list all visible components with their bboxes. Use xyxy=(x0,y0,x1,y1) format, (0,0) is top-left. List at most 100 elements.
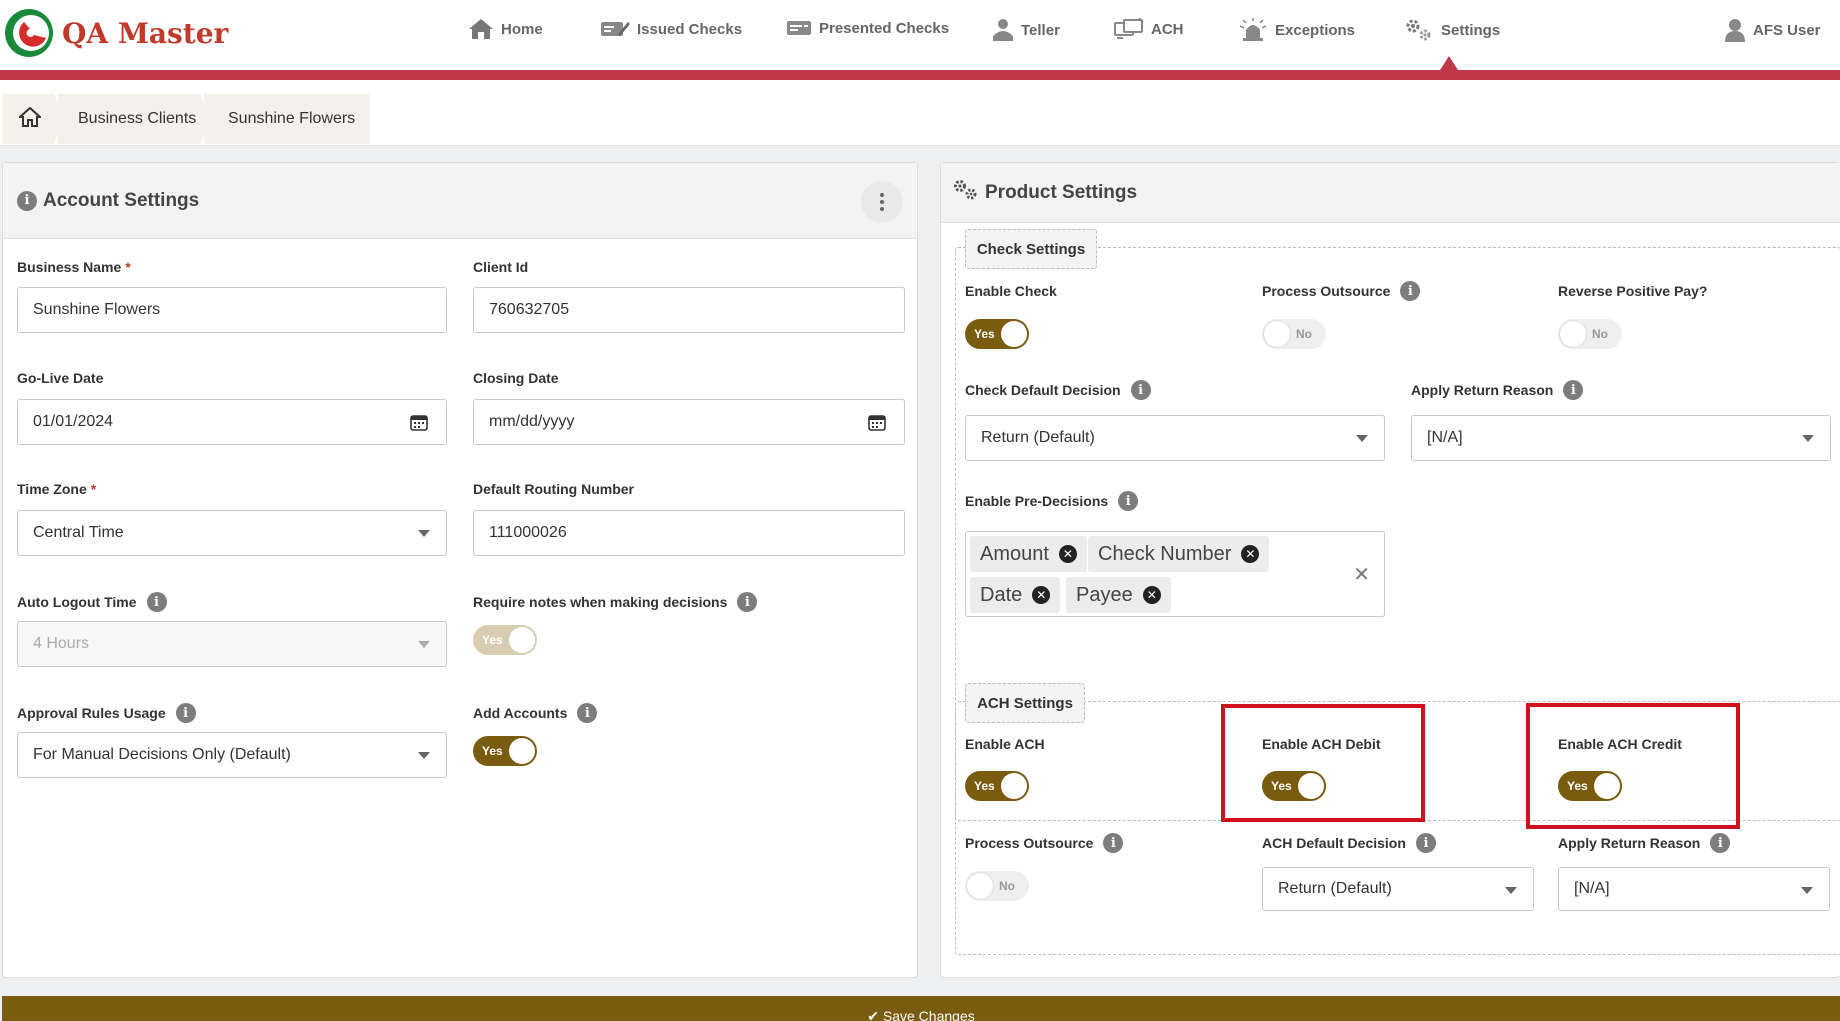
require-notes-label: Require notes when making decisions i xyxy=(473,592,758,612)
user-menu[interactable]: AFS User xyxy=(1724,18,1821,42)
pre-decisions-multiselect[interactable]: Amount ✕ Check Number ✕ Date ✕ Payee ✕ ✕ xyxy=(965,531,1385,617)
reverse-positive-pay-toggle[interactable]: No xyxy=(1558,319,1622,349)
nav-home[interactable]: Home xyxy=(468,18,543,40)
business-name-input[interactable]: Sunshine Flowers xyxy=(17,287,447,333)
breadcrumb-label: Sunshine Flowers xyxy=(228,110,356,127)
gears-icon xyxy=(1404,18,1434,42)
info-icon[interactable]: i xyxy=(1710,833,1731,853)
chevron-down-icon xyxy=(418,641,430,648)
alarm-icon xyxy=(1238,18,1268,42)
remove-chip-icon[interactable]: ✕ xyxy=(1032,586,1051,604)
remove-chip-icon[interactable]: ✕ xyxy=(1058,545,1077,563)
chevron-down-icon xyxy=(418,752,430,759)
auto-logout-label: Auto Logout Time i xyxy=(17,592,167,612)
reverse-positive-pay-label: Reverse Positive Pay? xyxy=(1558,283,1708,299)
check-icon xyxy=(786,18,812,38)
time-zone-select[interactable]: Central Time xyxy=(17,510,447,556)
product-settings-header: Product Settings xyxy=(941,163,1840,223)
breadcrumb-business-clients[interactable]: Business Clients xyxy=(58,94,204,144)
transfer-icon xyxy=(1114,18,1144,40)
ach-apply-return-reason-select[interactable]: [N/A] xyxy=(1558,867,1830,911)
nav-home-label: Home xyxy=(501,20,543,38)
info-icon[interactable]: i xyxy=(1415,833,1436,853)
product-settings-title: Product Settings xyxy=(985,181,1138,203)
top-navbar: QA Master Home Issued Checks Presented C… xyxy=(0,0,1840,80)
ach-process-outsource-label: Process Outsource i xyxy=(965,833,1124,853)
client-id-input[interactable]: 760632705 xyxy=(473,287,905,333)
add-accounts-toggle[interactable]: Yes xyxy=(473,736,537,766)
ach-default-decision-select[interactable]: Return (Default) xyxy=(1262,867,1534,911)
go-live-date-label: Go-Live Date xyxy=(17,370,104,386)
approval-rules-select[interactable]: For Manual Decisions Only (Default) xyxy=(17,732,447,778)
info-icon[interactable]: i xyxy=(1400,281,1421,301)
info-icon[interactable]: i xyxy=(1103,833,1124,853)
info-icon: i xyxy=(17,190,37,211)
check-default-decision-select[interactable]: Return (Default) xyxy=(965,415,1385,461)
save-changes-button[interactable]: ✔ Save Changes xyxy=(2,996,1840,1021)
chevron-down-icon xyxy=(418,530,430,537)
info-icon[interactable]: i xyxy=(737,592,758,612)
remove-chip-icon[interactable]: ✕ xyxy=(1142,586,1161,604)
ach-settings-legend: ACH Settings xyxy=(965,683,1085,723)
chevron-down-icon xyxy=(1356,435,1368,442)
home-icon xyxy=(468,18,494,40)
calendar-icon[interactable] xyxy=(410,413,428,436)
breadcrumb: Business Clients Sunshine Flowers xyxy=(0,80,1840,146)
nav-issued-checks[interactable]: Issued Checks xyxy=(600,18,742,40)
chevron-down-icon xyxy=(1801,887,1813,894)
user-name: AFS User xyxy=(1753,21,1821,39)
check-settings-legend: Check Settings xyxy=(965,229,1097,269)
nav-settings[interactable]: Settings xyxy=(1404,18,1500,42)
remove-chip-icon[interactable]: ✕ xyxy=(1241,545,1260,563)
chevron-down-icon xyxy=(1505,887,1517,894)
business-name-label: Business Name * xyxy=(17,259,131,275)
time-zone-label: Time Zone * xyxy=(17,481,97,497)
approval-rules-label: Approval Rules Usage i xyxy=(17,703,196,723)
process-outsource-label: Process Outsource i xyxy=(1262,281,1421,301)
highlight-ach-credit xyxy=(1526,703,1740,829)
nav-teller-label: Teller xyxy=(1021,21,1060,39)
ach-apply-return-reason-label: Apply Return Reason i xyxy=(1558,833,1731,853)
chip-payee: Payee ✕ xyxy=(1066,577,1171,613)
ach-process-outsource-toggle[interactable]: No xyxy=(965,871,1029,901)
chip-date: Date ✕ xyxy=(970,577,1061,613)
nav-presented-checks[interactable]: Presented Checks xyxy=(786,18,949,38)
kebab-icon xyxy=(880,193,884,211)
closing-date-input[interactable]: mm/dd/yyyy xyxy=(473,399,905,445)
breadcrumb-label: Business Clients xyxy=(78,110,197,127)
apply-return-reason-select[interactable]: [N/A] xyxy=(1411,415,1831,461)
account-settings-header: i Account Settings xyxy=(3,163,917,239)
info-icon[interactable]: i xyxy=(1563,380,1584,400)
chevron-down-icon xyxy=(1802,435,1814,442)
more-options-button[interactable] xyxy=(861,181,903,223)
info-icon[interactable]: i xyxy=(175,703,196,723)
chip-amount: Amount ✕ xyxy=(970,536,1087,572)
default-routing-label: Default Routing Number xyxy=(473,481,634,497)
account-settings-card: i Account Settings Business Name * Sunshi… xyxy=(2,162,918,978)
clear-all-icon[interactable]: ✕ xyxy=(1353,562,1370,587)
info-icon[interactable]: i xyxy=(1130,380,1151,400)
home-icon xyxy=(17,106,43,132)
nav-exceptions[interactable]: Exceptions xyxy=(1238,18,1355,42)
enable-ach-toggle[interactable]: Yes xyxy=(965,771,1029,801)
enable-check-toggle[interactable]: Yes xyxy=(965,319,1029,349)
gears-icon xyxy=(953,179,979,206)
client-id-label: Client Id xyxy=(473,259,529,275)
nav-exceptions-label: Exceptions xyxy=(1275,21,1356,39)
nav-ach-label: ACH xyxy=(1151,20,1184,38)
info-icon[interactable]: i xyxy=(577,703,598,723)
nav-ach[interactable]: ACH xyxy=(1114,18,1184,40)
calendar-icon[interactable] xyxy=(868,413,886,436)
info-icon[interactable]: i xyxy=(146,592,167,612)
go-live-date-input[interactable]: 01/01/2024 xyxy=(17,399,447,445)
closing-date-label: Closing Date xyxy=(473,370,559,386)
nav-settings-label: Settings xyxy=(1441,21,1501,39)
default-routing-input[interactable]: 111000026 xyxy=(473,510,905,556)
require-notes-toggle[interactable]: Yes xyxy=(473,625,537,655)
auto-logout-select: 4 Hours xyxy=(17,621,447,667)
process-outsource-toggle[interactable]: No xyxy=(1262,319,1326,349)
brand-bar xyxy=(0,70,1840,80)
nav-teller[interactable]: Teller xyxy=(992,18,1060,42)
info-icon[interactable]: i xyxy=(1118,491,1139,511)
teller-icon xyxy=(992,18,1014,42)
